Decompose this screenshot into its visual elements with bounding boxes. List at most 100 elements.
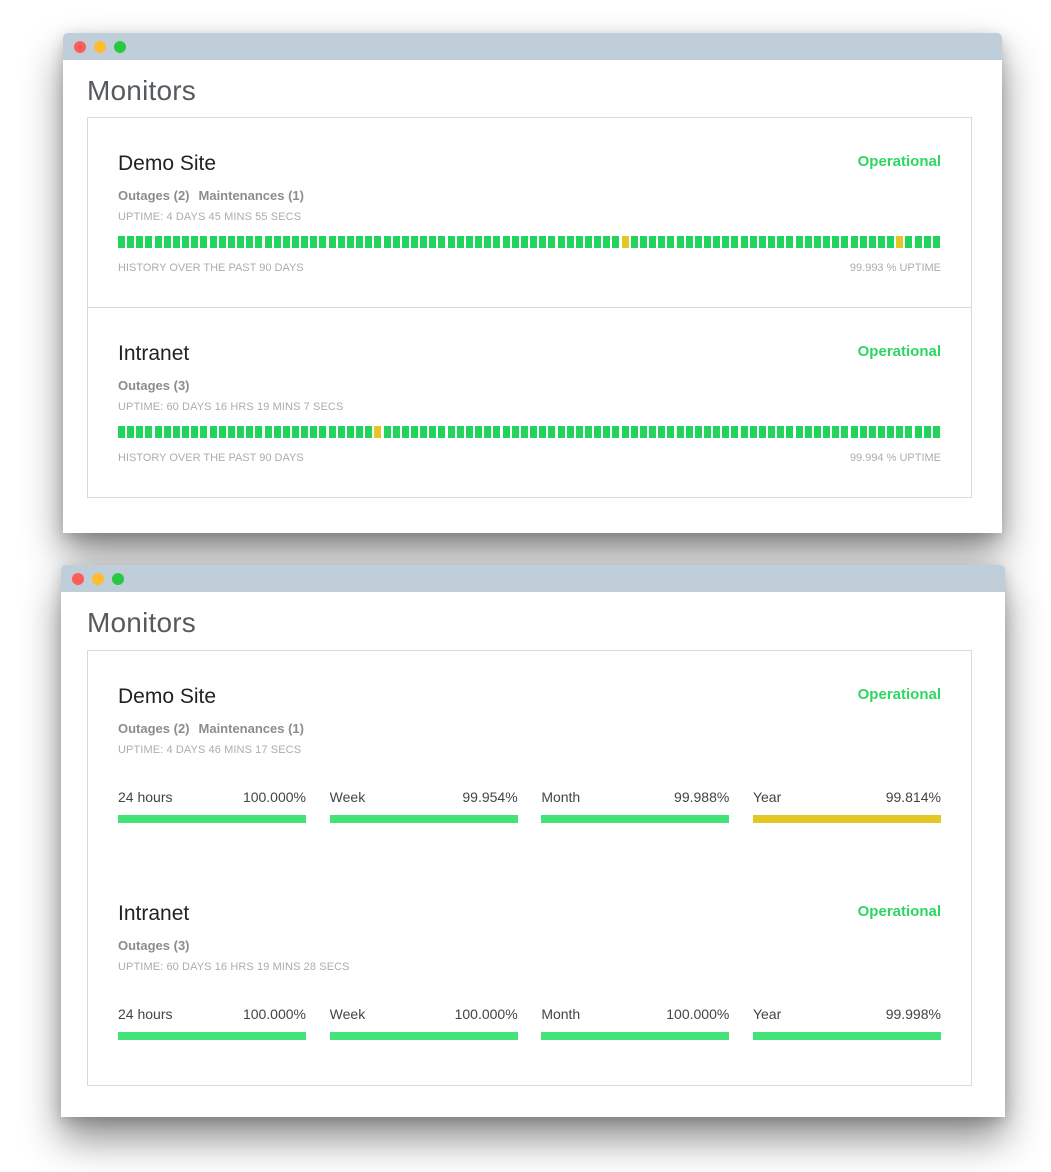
history-day-bar-degraded[interactable] — [374, 426, 382, 438]
history-day-bar[interactable] — [658, 236, 666, 248]
history-day-bar[interactable] — [227, 426, 235, 438]
history-day-bar[interactable] — [887, 236, 895, 248]
history-day-bar[interactable] — [365, 236, 373, 248]
history-day-bar[interactable] — [429, 236, 437, 248]
history-day-bar[interactable] — [850, 426, 858, 438]
history-day-bar[interactable] — [182, 426, 190, 438]
history-day-bar[interactable] — [575, 426, 583, 438]
history-day-bar[interactable] — [511, 236, 519, 248]
history-day-bar[interactable] — [731, 236, 739, 248]
history-day-bar[interactable] — [136, 236, 144, 248]
outages-link[interactable]: Outages (2) — [118, 188, 190, 203]
history-day-bar[interactable] — [493, 426, 501, 438]
history-day-bar[interactable] — [328, 426, 336, 438]
history-day-bar[interactable] — [621, 426, 629, 438]
history-day-bar[interactable] — [905, 236, 913, 248]
history-day-bar[interactable] — [749, 236, 757, 248]
history-day-bar[interactable] — [548, 236, 556, 248]
history-day-bar[interactable] — [758, 426, 766, 438]
history-day-bar[interactable] — [575, 236, 583, 248]
history-day-bar[interactable] — [227, 236, 235, 248]
history-day-bar[interactable] — [456, 236, 464, 248]
history-day-bar[interactable] — [630, 236, 638, 248]
history-day-bar[interactable] — [456, 426, 464, 438]
history-day-bar[interactable] — [237, 236, 245, 248]
history-day-bar[interactable] — [365, 426, 373, 438]
history-day-bar[interactable] — [411, 426, 418, 438]
history-day-bar[interactable] — [475, 236, 483, 248]
history-day-bar[interactable] — [154, 426, 162, 438]
history-day-bar[interactable] — [694, 236, 702, 248]
history-day-bar[interactable] — [768, 426, 776, 438]
history-day-bar[interactable] — [163, 236, 171, 248]
history-day-bar[interactable] — [273, 236, 281, 248]
history-day-bar[interactable] — [813, 426, 821, 438]
history-day-bar[interactable] — [465, 236, 473, 248]
history-day-bar[interactable] — [914, 236, 922, 248]
history-day-bar[interactable] — [127, 236, 135, 248]
history-day-bar[interactable] — [420, 236, 428, 248]
history-day-bar[interactable] — [649, 426, 657, 438]
history-day-bar[interactable] — [383, 426, 391, 438]
history-day-bar[interactable] — [905, 426, 913, 438]
history-day-bar[interactable] — [813, 236, 821, 248]
history-day-bar[interactable] — [291, 426, 299, 438]
history-day-bar[interactable] — [218, 236, 226, 248]
minimize-window-button[interactable] — [92, 573, 104, 585]
history-day-bar[interactable] — [667, 236, 675, 248]
history-day-bar[interactable] — [685, 426, 693, 438]
history-day-bar[interactable] — [209, 236, 217, 248]
history-day-bar[interactable] — [557, 236, 565, 248]
history-day-bar[interactable] — [520, 426, 528, 438]
history-day-bar[interactable] — [264, 426, 272, 438]
history-day-bar[interactable] — [612, 426, 620, 438]
history-day-bar[interactable] — [145, 236, 153, 248]
history-day-bar[interactable] — [630, 426, 638, 438]
history-day-bar[interactable] — [594, 426, 602, 438]
history-day-bar-degraded[interactable] — [896, 236, 904, 248]
history-day-bar[interactable] — [850, 236, 858, 248]
history-day-bar[interactable] — [172, 426, 180, 438]
history-day-bar[interactable] — [667, 426, 675, 438]
history-day-bar[interactable] — [859, 426, 867, 438]
history-day-bar[interactable] — [557, 426, 565, 438]
history-day-bar[interactable] — [411, 236, 418, 248]
history-day-bar[interactable] — [465, 426, 473, 438]
monitor-name[interactable]: Demo Site — [118, 152, 216, 176]
history-day-bar[interactable] — [346, 236, 354, 248]
history-day-bar[interactable] — [246, 236, 254, 248]
history-day-bar[interactable] — [768, 236, 776, 248]
history-day-bar[interactable] — [484, 426, 492, 438]
history-day-bar[interactable] — [786, 426, 794, 438]
history-day-bar[interactable] — [118, 236, 125, 248]
history-day-bar[interactable] — [658, 426, 666, 438]
outages-link[interactable]: Outages (2) — [118, 721, 190, 736]
history-day-bar[interactable] — [584, 426, 592, 438]
history-day-bar[interactable] — [877, 236, 885, 248]
history-day-bar[interactable] — [530, 236, 538, 248]
close-window-button[interactable] — [74, 41, 86, 53]
history-day-bar[interactable] — [704, 426, 711, 438]
history-day-bar[interactable] — [383, 236, 391, 248]
history-day-bar[interactable] — [832, 236, 840, 248]
history-day-bar[interactable] — [859, 236, 867, 248]
history-day-bar[interactable] — [447, 236, 455, 248]
history-day-bar[interactable] — [877, 426, 885, 438]
history-day-bar[interactable] — [154, 236, 162, 248]
history-day-bar[interactable] — [539, 426, 547, 438]
history-day-bar[interactable] — [713, 426, 721, 438]
maximize-window-button[interactable] — [114, 41, 126, 53]
history-day-bar[interactable] — [786, 236, 794, 248]
history-day-bar[interactable] — [520, 236, 528, 248]
history-day-bar[interactable] — [722, 236, 730, 248]
history-day-bar[interactable] — [118, 426, 125, 438]
history-day-bar[interactable] — [887, 426, 895, 438]
history-day-bar[interactable] — [392, 236, 400, 248]
history-day-bar[interactable] — [401, 426, 409, 438]
history-day-bar[interactable] — [868, 236, 876, 248]
history-day-bar[interactable] — [255, 236, 263, 248]
history-day-bar[interactable] — [704, 236, 711, 248]
history-day-bar[interactable] — [823, 426, 831, 438]
history-day-bar[interactable] — [319, 426, 327, 438]
history-day-bar[interactable] — [923, 236, 931, 248]
